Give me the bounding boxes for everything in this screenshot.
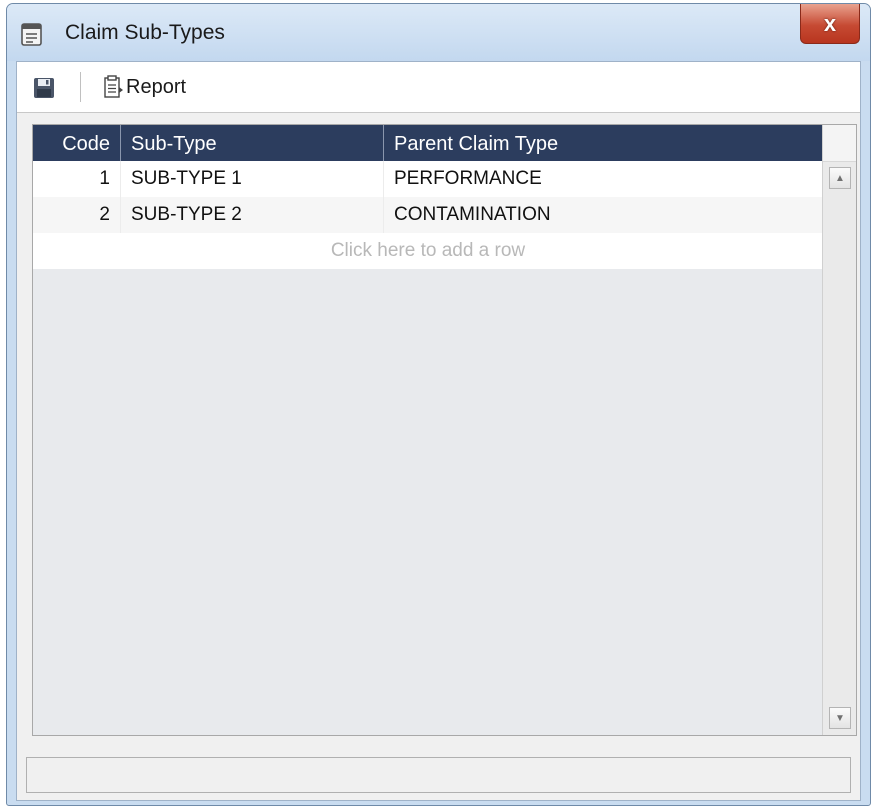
cell-code[interactable]: 2 (33, 197, 121, 233)
vertical-scrollbar[interactable]: ▲ ▼ (822, 125, 856, 735)
report-label: Report (126, 75, 187, 98)
scroll-down-button[interactable]: ▼ (829, 707, 851, 729)
scroll-up-button[interactable]: ▲ (829, 167, 851, 189)
title-bar[interactable]: Claim Sub-Types x (7, 4, 870, 61)
close-button[interactable]: x (800, 4, 860, 44)
toolbar-separator (80, 72, 81, 102)
cell-code[interactable]: 1 (33, 161, 121, 197)
window-title: Claim Sub-Types (65, 21, 225, 44)
grid-rows: 1 SUB-TYPE 1 PERFORMANCE 2 SUB-TYPE 2 CO… (33, 161, 823, 269)
column-header-sub-type[interactable]: Sub-Type (121, 125, 384, 161)
claim-subtypes-grid: Code Sub-Type Parent Claim Type 1 SUB-TY… (32, 124, 857, 736)
cell-sub-type[interactable]: SUB-TYPE 1 (121, 161, 384, 197)
table-row[interactable]: 1 SUB-TYPE 1 PERFORMANCE (33, 161, 823, 197)
column-header-code[interactable]: Code (33, 125, 121, 161)
toolbar: Report (17, 62, 860, 113)
cell-parent-claim-type[interactable]: CONTAMINATION (384, 197, 823, 233)
window-form-icon (19, 22, 45, 48)
claim-subtypes-window: Claim Sub-Types x Report Code Sub-Type P… (6, 3, 871, 806)
save-icon[interactable] (32, 76, 56, 100)
status-bar (26, 757, 851, 793)
scrollbar-header-cap (823, 125, 856, 162)
table-row[interactable]: 2 SUB-TYPE 2 CONTAMINATION (33, 197, 823, 233)
cell-sub-type[interactable]: SUB-TYPE 2 (121, 197, 384, 233)
close-icon: x (823, 10, 837, 36)
cell-parent-claim-type[interactable]: PERFORMANCE (384, 161, 823, 197)
chevron-down-icon: ▼ (835, 712, 845, 724)
add-row-placeholder[interactable]: Click here to add a row (33, 233, 823, 269)
chevron-up-icon: ▲ (835, 172, 845, 184)
grid-header: Code Sub-Type Parent Claim Type (33, 125, 823, 161)
report-button[interactable]: Report (102, 73, 186, 101)
column-header-parent-claim-type[interactable]: Parent Claim Type (384, 125, 823, 161)
client-area: Report Code Sub-Type Parent Claim Type 1… (16, 61, 861, 801)
report-icon (102, 75, 124, 99)
